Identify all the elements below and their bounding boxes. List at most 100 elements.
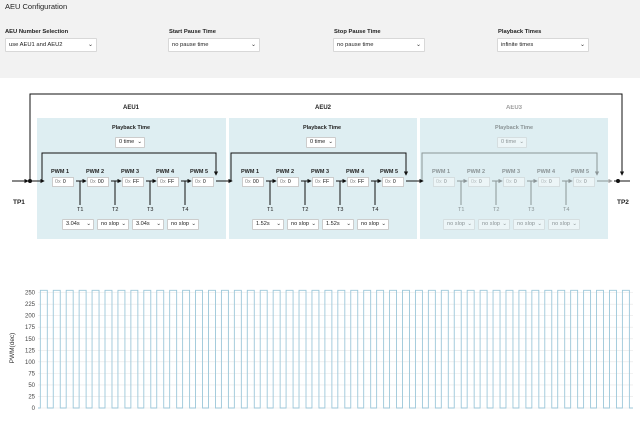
aeu3-pwm1-input[interactable]: 0x 0: [433, 177, 455, 187]
aeu2-pwm2-input[interactable]: 0x 0: [277, 177, 299, 187]
y-tick-label: 25: [28, 394, 35, 400]
aeu1-t4-select[interactable]: no slop ⌄: [167, 219, 199, 230]
chevron-down-icon: ⌄: [86, 221, 91, 227]
aeu3-pwm4-input[interactable]: 0x 0: [538, 177, 560, 187]
pwm-value: FF: [357, 179, 365, 185]
pwm-value: 00: [97, 179, 104, 185]
aeu2-t1-select[interactable]: 1.52s ⌄: [252, 219, 284, 230]
t-value: 3.04s: [136, 221, 150, 227]
hex-prefix: 0x: [506, 179, 512, 185]
pwm-value: 0: [62, 179, 66, 185]
aeu1-t3-label: T3: [147, 207, 154, 213]
aeu3-pwm3-label: PWM 3: [502, 169, 521, 175]
aeu2-pwm3-input[interactable]: 0x FF: [312, 177, 334, 187]
pwm-value: 0: [202, 179, 206, 185]
pwm-chart: 0 25 50 75 100 125 150 175 200 225 250 PWM(dec): [0, 280, 640, 417]
aeu3-pwm1-label: PWM 1: [432, 169, 451, 175]
aeu3-pwm3-input[interactable]: 0x 0: [503, 177, 525, 187]
aeu2-t2-select[interactable]: no slop ⌄: [287, 219, 319, 230]
aeu1-pwm2-input[interactable]: 0x 00: [87, 177, 109, 187]
aeu3-pwm5-input[interactable]: 0x 0: [573, 177, 595, 187]
aeu3-playback-select[interactable]: 0 time ⌄: [497, 137, 527, 148]
chevron-down-icon: ⌄: [467, 221, 472, 227]
aeu1-pwm5-input[interactable]: 0x 0: [192, 177, 214, 187]
hex-prefix: 0x: [125, 179, 131, 185]
aeu1-t1-select[interactable]: 3.04s ⌄: [62, 219, 94, 230]
aeu2-pwm2-label: PWM 2: [276, 169, 295, 175]
aeu2-pwm4-input[interactable]: 0x FF: [347, 177, 369, 187]
aeu1-playback-value: 0 time: [119, 139, 135, 145]
y-tick-label: 225: [25, 302, 36, 308]
y-tick-label: 50: [28, 383, 35, 389]
chevron-down-icon: ⌄: [276, 221, 281, 227]
hex-prefix: 0x: [315, 179, 321, 185]
aeu1-playback-select[interactable]: 0 time ⌄: [115, 137, 145, 148]
y-tick-label: 250: [25, 291, 36, 297]
pwm-value: 0: [443, 179, 447, 185]
hex-prefix: 0x: [90, 179, 96, 185]
aeu2-pwm1-input[interactable]: 0x 00: [242, 177, 264, 187]
aeu3-t3-select[interactable]: no slop ⌄: [513, 219, 545, 230]
aeu2-playback-value: 0 time: [310, 139, 326, 145]
chevron-down-icon: ⌄: [346, 221, 351, 227]
aeu3-t2-select[interactable]: no slop ⌄: [478, 219, 510, 230]
aeu3-pwm2-input[interactable]: 0x 0: [468, 177, 490, 187]
chevron-down-icon: ⌄: [328, 139, 333, 145]
aeu3-t1-select[interactable]: no slop ⌄: [443, 219, 475, 230]
aeu3-pwm4-label: PWM 4: [537, 169, 556, 175]
aeu1-pwm4-input[interactable]: 0x FF: [157, 177, 179, 187]
hex-prefix: 0x: [541, 179, 547, 185]
aeu3-t4-label: T4: [563, 207, 570, 213]
hex-prefix: 0x: [576, 179, 582, 185]
aeu1-t1-label: T1: [77, 207, 84, 213]
hex-prefix: 0x: [55, 179, 61, 185]
aeu1-pwm3-input[interactable]: 0x FF: [122, 177, 144, 187]
aeu1-t3-select[interactable]: 3.04s ⌄: [132, 219, 164, 230]
aeu1-pwm1-input[interactable]: 0x 0: [52, 177, 74, 187]
aeu3-playback-value: 0 time: [501, 139, 517, 145]
pwm-value: FF: [322, 179, 330, 185]
aeu3-t4-select[interactable]: no slop ⌄: [548, 219, 580, 230]
aeu3-t2-label: T2: [493, 207, 500, 213]
hex-prefix: 0x: [245, 179, 251, 185]
hex-prefix: 0x: [436, 179, 442, 185]
aeu2-t4-select[interactable]: no slop ⌄: [357, 219, 389, 230]
aeu2-t2-label: T2: [302, 207, 309, 213]
t-value: no slop: [447, 221, 466, 227]
aeu1-title: AEU1: [122, 105, 139, 111]
aeu1-t2-label: T2: [112, 207, 119, 213]
chevron-down-icon: ⌄: [156, 221, 161, 227]
chevron-down-icon: ⌄: [121, 221, 126, 227]
aeu2-playback-label: Playback Time: [302, 125, 342, 131]
hex-prefix: 0x: [385, 179, 391, 185]
aeu2-pwm3-label: PWM 3: [311, 169, 330, 175]
aeu2-t3-select[interactable]: 1.52s ⌄: [322, 219, 354, 230]
pwm-chart-svg: 0 25 50 75 100 125 150 175 200 225 250 PWM(dec): [9, 289, 633, 412]
hex-prefix: 0x: [350, 179, 356, 185]
hex-prefix: 0x: [471, 179, 477, 185]
hex-prefix: 0x: [160, 179, 166, 185]
aeu3-t3-label: T3: [528, 207, 535, 213]
pwm-value: 0: [513, 179, 517, 185]
t-value: no slop: [517, 221, 536, 227]
pwm-series-line: [38, 289, 633, 409]
pwm-value: FF: [167, 179, 175, 185]
chevron-down-icon: ⌄: [502, 221, 507, 227]
pwm-value: 0: [478, 179, 482, 185]
aeu1-pwm2-label: PWM 2: [86, 169, 105, 175]
y-tick-label: 125: [25, 348, 36, 354]
chevron-down-icon: ⌄: [519, 139, 524, 145]
tp2-label: TP2: [617, 199, 629, 206]
pwm-value: 0: [287, 179, 291, 185]
y-tick-label: 200: [25, 314, 36, 320]
t-value: no slop: [552, 221, 571, 227]
aeu2-playback-select[interactable]: 0 time ⌄: [306, 137, 336, 148]
hex-prefix: 0x: [195, 179, 201, 185]
aeu3-pwm5-label: PWM 5: [571, 169, 590, 175]
aeu2-pwm5-input[interactable]: 0x 0: [382, 177, 404, 187]
aeu1-t2-select[interactable]: no slop ⌄: [97, 219, 129, 230]
t-value: 3.04s: [66, 221, 80, 227]
y-axis-label: PWM(dec): [9, 333, 16, 364]
aeu3-pwm2-label: PWM 2: [467, 169, 486, 175]
pwm-value: 0: [583, 179, 587, 185]
